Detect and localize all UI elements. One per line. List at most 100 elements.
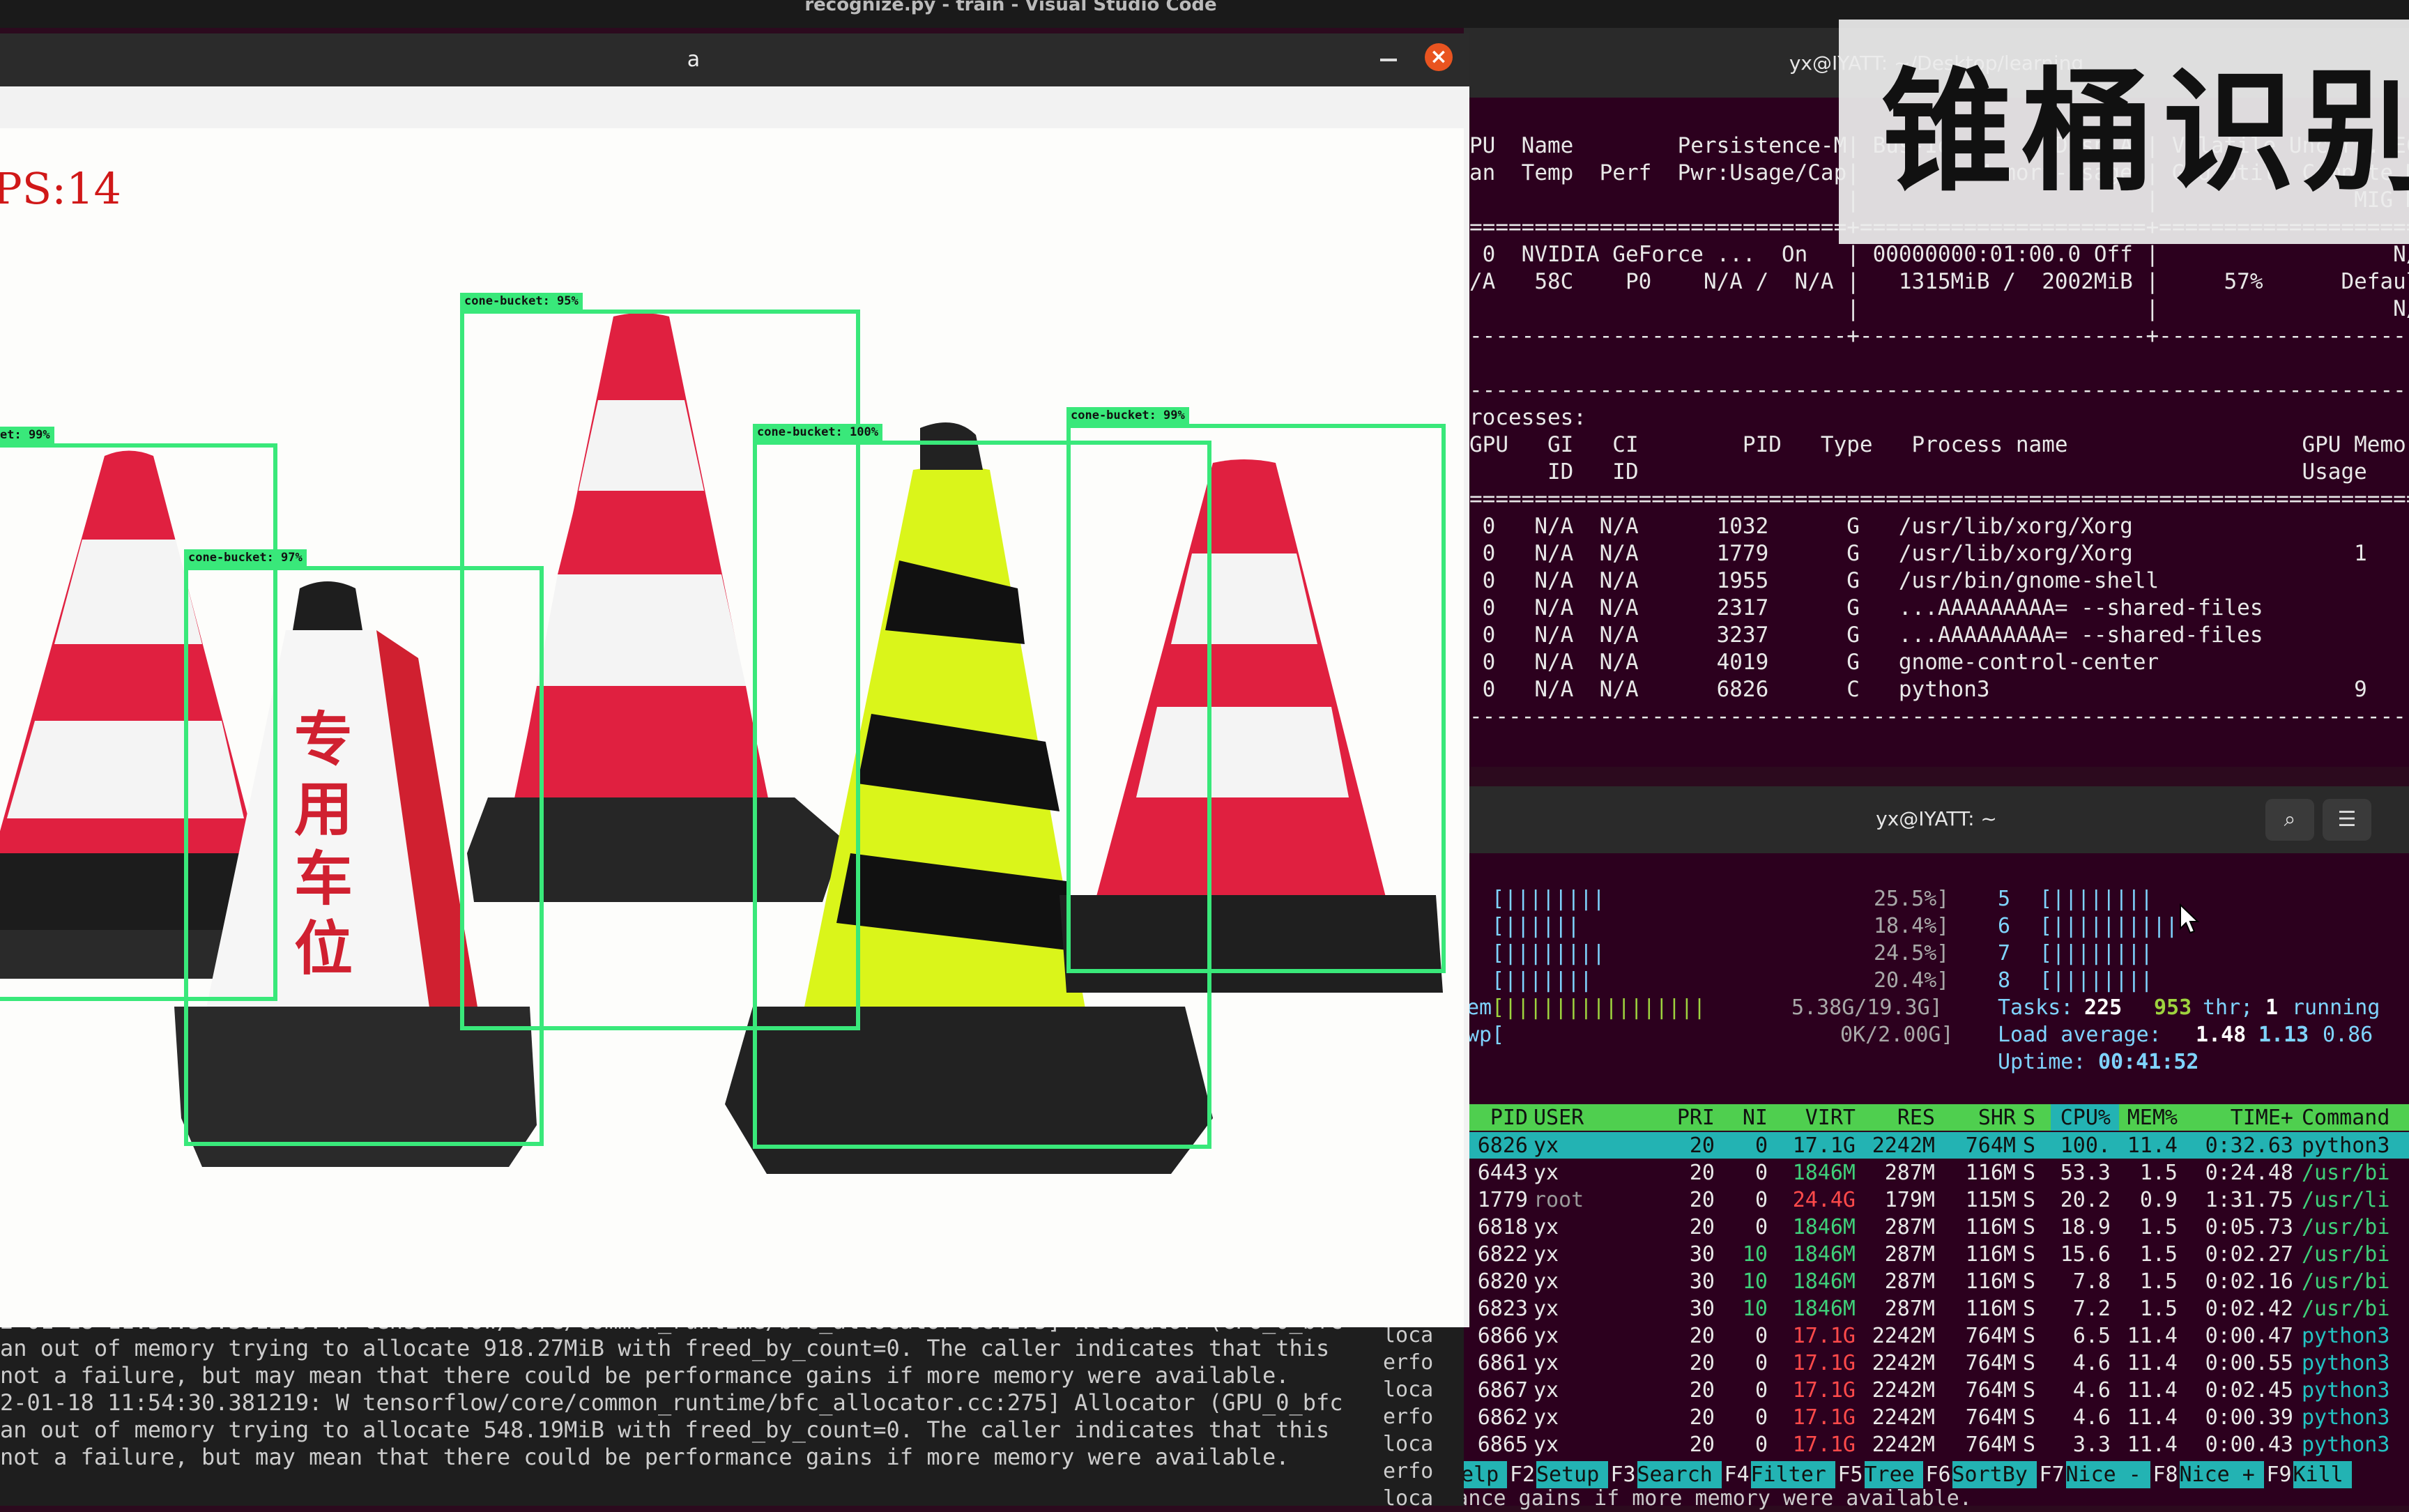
htop-cell: python3 bbox=[2302, 1378, 2390, 1403]
cpu-number: 5 bbox=[1998, 887, 2011, 911]
htop-cell: 4.6 bbox=[2072, 1405, 2111, 1430]
htop-cell: yx bbox=[1534, 1133, 1559, 1158]
cpu-meter-bar: [|||||| bbox=[1492, 914, 1580, 938]
htop-cell: 53.3 bbox=[2060, 1161, 2111, 1185]
htop-column-header[interactable]: CPU% bbox=[2042, 1104, 2111, 1131]
fkey-f8[interactable]: F8 bbox=[2153, 1461, 2178, 1488]
bbox-label-4: cone-bucket: 100% bbox=[753, 424, 882, 441]
htop-cell: python3 bbox=[2302, 1351, 2390, 1375]
htop-cell: S bbox=[2023, 1269, 2036, 1294]
cpu-meter-bar: [|||||||||| bbox=[2040, 914, 2178, 938]
htop-cell: 0.9 bbox=[2139, 1188, 2178, 1212]
nvidia-smi-line: /A 58C P0 N/A / N/A | 1315MiB / 2002MiB … bbox=[1469, 269, 2409, 294]
htop-function-keys[interactable]: F1HelpF2SetupF3SearchF4FilterF5TreeF6Sor… bbox=[1422, 1461, 2409, 1488]
nvidia-smi-line: GPU GI CI PID Type Process name GPU Memo… bbox=[1469, 432, 2409, 457]
htop-cell: 7.8 bbox=[2072, 1269, 2111, 1294]
htop-cell: python3 bbox=[2302, 1405, 2390, 1430]
htop-column-header[interactable]: RES bbox=[1857, 1104, 1935, 1131]
htop-cell: 1846M bbox=[1792, 1242, 1856, 1267]
htop-cell: S bbox=[2023, 1405, 2036, 1430]
htop-cell: 0:00.43 bbox=[2205, 1433, 2293, 1457]
load-15min: 0.86 bbox=[2323, 1023, 2373, 1047]
fkey-label[interactable]: Nice + bbox=[2179, 1461, 2264, 1488]
htop-cell: yx bbox=[1534, 1378, 1559, 1403]
detection-window-titlebar[interactable]: a × bbox=[0, 33, 1469, 86]
vscode-terminal-line: not a failure, but may mean that there c… bbox=[0, 1444, 1290, 1470]
bbox-label-3: cone-bucket: 95% bbox=[460, 293, 583, 310]
htop-cell: 17.1G bbox=[1792, 1351, 1856, 1375]
htop-cell: 0:00.55 bbox=[2205, 1351, 2293, 1375]
htop-cell: 20 bbox=[1689, 1351, 1715, 1375]
fkey-f9[interactable]: F9 bbox=[2267, 1461, 2292, 1488]
running-count: 1 bbox=[2265, 995, 2279, 1020]
htop-column-header[interactable]: NI bbox=[1729, 1104, 1768, 1131]
htop-cell: 764M bbox=[1965, 1133, 2016, 1158]
htop-cell: 6.5 bbox=[2072, 1324, 2111, 1348]
htop-cell: yx bbox=[1534, 1433, 1559, 1457]
htop-cell: 0:02.42 bbox=[2205, 1297, 2293, 1321]
nvidia-smi-line: -----------------------------+----------… bbox=[1469, 323, 2409, 349]
htop-column-header[interactable]: MEM% bbox=[2119, 1104, 2178, 1131]
vscode-title: recognize.py - train - Visual Studio Cod… bbox=[804, 0, 1217, 15]
htop-cell: S bbox=[2023, 1433, 2036, 1457]
htop-cell: 1846M bbox=[1792, 1297, 1856, 1321]
htop-cell: 179M bbox=[1884, 1188, 1935, 1212]
mem-meter-bar: [|||||||||||||||| bbox=[1492, 995, 1706, 1020]
htop-cell: 287M bbox=[1884, 1242, 1935, 1267]
close-icon[interactable]: × bbox=[1425, 43, 1453, 71]
search-icon[interactable]: ⌕ bbox=[2265, 799, 2314, 841]
htop-cell: 0:02.27 bbox=[2205, 1242, 2293, 1267]
htop-cell: 17.1G bbox=[1792, 1405, 1856, 1430]
htop-cell: 2242M bbox=[1872, 1405, 1935, 1430]
htop-column-header[interactable]: PRI bbox=[1666, 1104, 1715, 1131]
htop-column-header[interactable]: SHR bbox=[1938, 1104, 2016, 1131]
menu-icon[interactable]: ☰ bbox=[2323, 799, 2371, 841]
htop-cell: 1846M bbox=[1792, 1161, 1856, 1185]
vscode-terminal-line: 2-01-18 11:54:30.381219: W tensorflow/co… bbox=[0, 1389, 1343, 1416]
htop-cell: yx bbox=[1534, 1215, 1559, 1239]
detection-window[interactable]: a × PS:14 专 用 车 位 et: 99% cone-bucket: 9… bbox=[0, 33, 1469, 1327]
fkey-f7[interactable]: F7 bbox=[2040, 1461, 2065, 1488]
htop-cell: yx bbox=[1534, 1351, 1559, 1375]
htop-cell: 0 bbox=[1754, 1378, 1768, 1403]
htop-column-header[interactable]: S bbox=[2023, 1104, 2042, 1131]
htop-cell: python3 bbox=[2302, 1324, 2390, 1348]
htop-cell: 287M bbox=[1884, 1161, 1935, 1185]
tasks-count: 225 bbox=[2084, 995, 2123, 1020]
htop-column-header[interactable]: USER bbox=[1534, 1104, 1617, 1131]
cpu-meter-bar: [|||||||| bbox=[2040, 941, 2153, 965]
htop-cell: 17.1G bbox=[1792, 1133, 1856, 1158]
minimize-icon[interactable] bbox=[1380, 59, 1397, 61]
htop-cell: 0 bbox=[1754, 1133, 1768, 1158]
htop-cell: S bbox=[2023, 1378, 2036, 1403]
htop-cell: 1.5 bbox=[2139, 1297, 2178, 1321]
htop-column-header[interactable]: PID bbox=[1469, 1104, 1528, 1131]
htop-cell: 10 bbox=[1742, 1242, 1768, 1267]
htop-cell: 20 bbox=[1689, 1215, 1715, 1239]
fkey-label[interactable]: Nice - bbox=[2065, 1461, 2150, 1488]
htop-cell: 11.4 bbox=[2127, 1405, 2178, 1430]
htop-column-header[interactable]: TIME+ bbox=[2182, 1104, 2293, 1131]
htop-cell: 20 bbox=[1689, 1433, 1715, 1457]
htop-cell: 0:05.73 bbox=[2205, 1215, 2293, 1239]
htop-cell: 2242M bbox=[1872, 1433, 1935, 1457]
htop-cell: 0 bbox=[1754, 1351, 1768, 1375]
htop-cell: 20 bbox=[1689, 1405, 1715, 1430]
vscode-terminal-line: not a failure, but may mean that there c… bbox=[0, 1362, 1290, 1389]
htop-cell: 11.4 bbox=[2127, 1351, 2178, 1375]
htop-column-header[interactable]: Command bbox=[2302, 1104, 2409, 1131]
htop-cell: 0 bbox=[1754, 1161, 1768, 1185]
htop-cell: 287M bbox=[1884, 1215, 1935, 1239]
fkey-label[interactable]: Kill bbox=[2293, 1461, 2352, 1488]
htop-cell: 1.5 bbox=[2139, 1161, 2178, 1185]
htop-cell: 0 bbox=[1754, 1188, 1768, 1212]
htop-cell: /usr/bi bbox=[2302, 1161, 2390, 1185]
htop-cell: yx bbox=[1534, 1324, 1559, 1348]
htop-cell: 24.4G bbox=[1792, 1188, 1856, 1212]
load-1min: 1.48 bbox=[2196, 1023, 2247, 1047]
htop-cell: S bbox=[2023, 1188, 2036, 1212]
htop-cell: 6822 bbox=[1477, 1242, 1528, 1267]
nvidia-smi-line: 0 N/A N/A 1955 G /usr/bin/gnome-shell bbox=[1469, 568, 2159, 593]
htop-column-header[interactable]: VIRT bbox=[1771, 1104, 1856, 1131]
htop-cell: 20 bbox=[1689, 1188, 1715, 1212]
